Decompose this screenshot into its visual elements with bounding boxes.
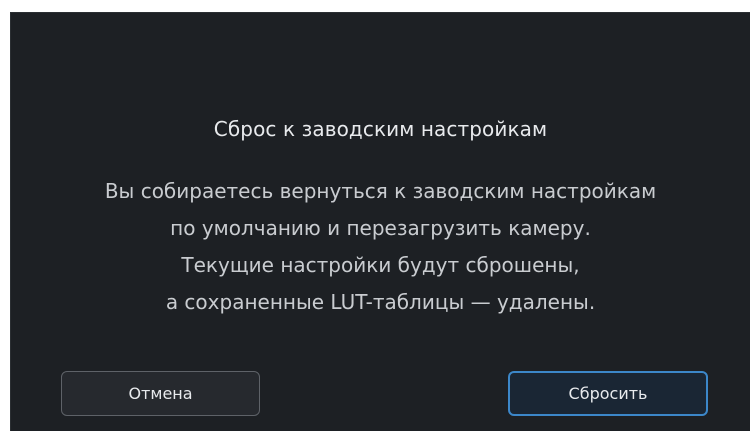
message-line: Вы собираетесь вернуться к заводским нас… (104, 179, 657, 203)
reset-button-label: Сбросить (568, 384, 648, 403)
message-line: Текущие настройки будут сброшены, (181, 253, 580, 277)
message-line: а сохраненные LUT-таблицы — удалены. (165, 290, 596, 314)
cancel-button[interactable]: Отмена (61, 371, 260, 416)
dialog-message: Вы собираетесь вернуться к заводским нас… (11, 173, 750, 321)
cancel-button-label: Отмена (128, 384, 193, 403)
message-line: по умолчанию и перезагрузить камеру. (170, 216, 591, 240)
factory-reset-dialog: Сброс к заводским настройкам Вы собирает… (10, 12, 750, 431)
reset-button[interactable]: Сбросить (508, 371, 708, 416)
dialog-title: Сброс к заводским настройкам (213, 117, 548, 141)
